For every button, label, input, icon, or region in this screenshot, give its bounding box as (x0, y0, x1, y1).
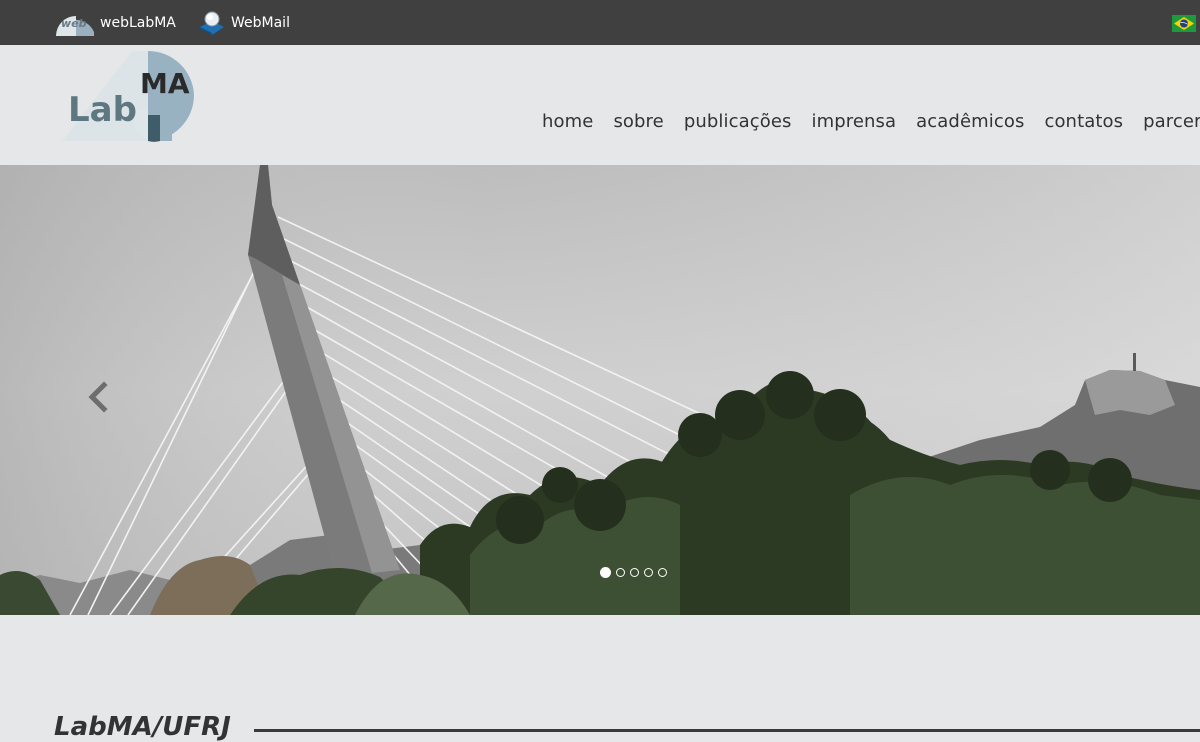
logo-ma-text: MA (140, 67, 190, 100)
nav-sobre[interactable]: sobre (613, 111, 663, 132)
logo-lab-text: Lab (68, 90, 137, 130)
nav-contatos[interactable]: contatos (1044, 111, 1123, 132)
top-bar: web webLabMA WebMail (0, 0, 1200, 45)
carousel-dot-1[interactable] (600, 567, 611, 578)
chevron-left-icon[interactable] (84, 377, 114, 417)
weblabma-label: webLabMA (100, 15, 176, 31)
labma-logo[interactable]: Lab MA (52, 49, 204, 145)
main-nav: home sobre publicações imprensa acadêmic… (542, 111, 1200, 132)
carousel-dot-5[interactable] (658, 568, 667, 577)
site-header: Lab MA home sobre publicações imprensa a… (0, 45, 1200, 165)
nav-parcerias[interactable]: parcerias (1143, 111, 1200, 132)
weblabma-icon-text: web (61, 17, 87, 30)
weblabma-link[interactable]: web webLabMA (54, 10, 176, 36)
carousel-dot-2[interactable] (616, 568, 625, 577)
nav-publicacoes[interactable]: publicações (684, 111, 792, 132)
webmail-label: WebMail (231, 15, 290, 31)
carousel-dot-3[interactable] (630, 568, 639, 577)
carousel-dot-4[interactable] (644, 568, 653, 577)
webmail-icon (199, 10, 225, 36)
section-title: LabMA/UFRJ (54, 712, 231, 742)
section-divider (254, 729, 1200, 732)
webmail-link[interactable]: WebMail (199, 10, 290, 36)
carousel-indicators (600, 567, 667, 578)
nav-imprensa[interactable]: imprensa (812, 111, 897, 132)
hero-carousel (0, 165, 1200, 615)
nav-academicos[interactable]: acadêmicos (916, 111, 1024, 132)
weblabma-icon: web (54, 10, 94, 36)
brazil-flag-icon[interactable] (1172, 15, 1196, 32)
nav-home[interactable]: home (542, 111, 593, 132)
hero-slide-image (0, 165, 1200, 615)
